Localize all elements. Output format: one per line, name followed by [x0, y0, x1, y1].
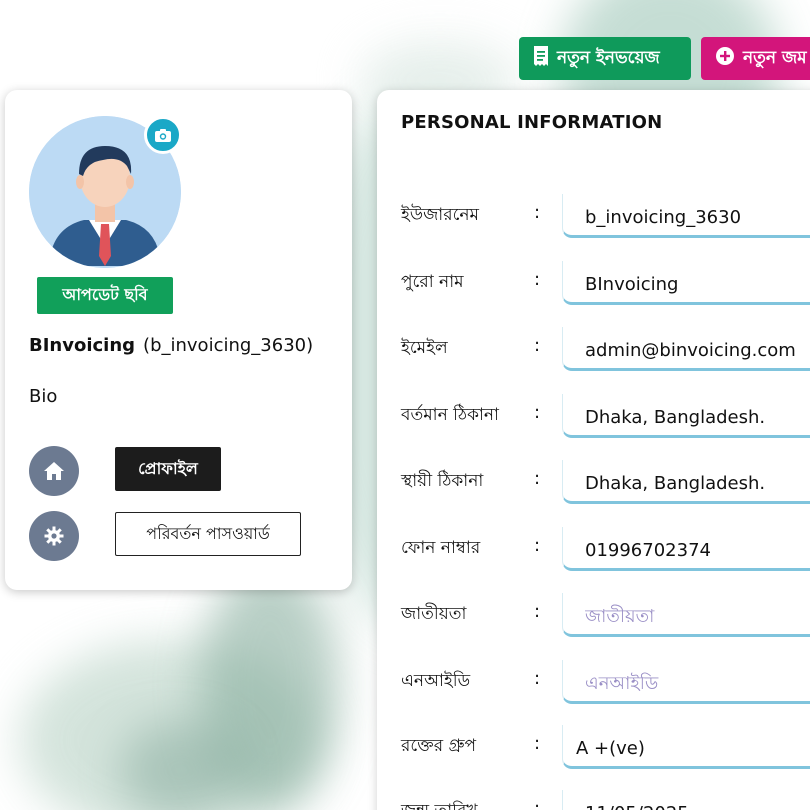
nationality-input[interactable] [563, 593, 810, 633]
new-invoice-label: নতুন ইনভয়েজ [557, 47, 660, 68]
new-invoice-button[interactable]: নতুন ইনভয়েজ [519, 37, 691, 80]
form-row-permanent-address: স্থায়ী ঠিকানা : [377, 460, 810, 510]
form-row-nid: এনআইডি : [377, 660, 810, 710]
field-label: জন্ম তারিখ [401, 798, 478, 810]
fullname-input[interactable] [563, 261, 810, 301]
panel-title: PERSONAL INFORMATION [401, 112, 663, 133]
new-entry-label: নতুন জম [743, 47, 807, 68]
change-password-button[interactable]: পরিবর্তন পাসওয়ার্ড [115, 512, 301, 556]
field-colon: : [534, 601, 541, 622]
field-label: ফোন নাম্বার [401, 538, 481, 558]
form-row-blood-group: রক্তের গ্রুপ : [377, 725, 810, 775]
permanent-address-input[interactable] [563, 460, 810, 500]
form-row-fullname: পুরো নাম : [377, 261, 810, 311]
home-icon[interactable] [29, 446, 79, 496]
display-name: BInvoicing [29, 335, 136, 356]
field-colon: : [534, 402, 541, 423]
blood-group-select[interactable] [563, 725, 810, 765]
field-colon: : [534, 335, 541, 356]
profile-button[interactable]: প্রোফাইল [115, 447, 221, 491]
field-label: জাতীয়তা [401, 604, 467, 624]
update-photo-button[interactable]: আপডেট ছবি [37, 277, 173, 314]
field-colon: : [534, 535, 541, 556]
field-colon: : [534, 668, 541, 689]
profile-card: আপডেট ছবি BInvoicing (b_invoicing_3630) B… [5, 90, 352, 590]
field-label: বর্তমান ঠিকানা [401, 405, 499, 425]
field-label: এনআইডি [401, 671, 471, 691]
bio-text: Bio [29, 386, 58, 407]
field-colon: : [534, 468, 541, 489]
field-label: রক্তের গ্রুপ [401, 736, 477, 756]
field-label: পুরো নাম [401, 272, 464, 292]
form-row-email: ইমেইল : [377, 327, 810, 377]
form-row-phone: ফোন নাম্বার : [377, 527, 810, 577]
username-input[interactable] [563, 194, 810, 234]
plus-circle-icon [715, 46, 735, 71]
form-row-present-address: বর্তমান ঠিকানা : [377, 394, 810, 444]
email-input[interactable] [563, 327, 810, 367]
birthdate-input[interactable] [563, 790, 810, 810]
form-row-birthdate: জন্ম তারিখ : [377, 790, 810, 810]
personal-info-panel: PERSONAL INFORMATION ইউজারনেম : পুরো নাম… [377, 90, 810, 810]
receipt-icon [533, 46, 549, 71]
nid-input[interactable] [563, 660, 810, 700]
form-row-nationality: জাতীয়তা : [377, 593, 810, 643]
phone-input[interactable] [563, 527, 810, 567]
field-colon: : [534, 202, 541, 223]
field-label: ইমেইল [401, 338, 448, 358]
profile-name: BInvoicing (b_invoicing_3630) [29, 335, 313, 356]
form-row-username: ইউজারনেম : [377, 194, 810, 244]
field-colon: : [534, 269, 541, 290]
camera-icon[interactable] [144, 116, 182, 154]
field-label: স্থায়ী ঠিকানা [401, 471, 484, 491]
field-colon: : [534, 798, 541, 810]
gear-icon[interactable] [29, 511, 79, 561]
new-entry-button[interactable]: নতুন জম [701, 37, 810, 80]
username-paren: (b_invoicing_3630) [143, 335, 314, 356]
field-label: ইউজারনেম [401, 205, 479, 225]
field-colon: : [534, 733, 541, 754]
present-address-input[interactable] [563, 394, 810, 434]
